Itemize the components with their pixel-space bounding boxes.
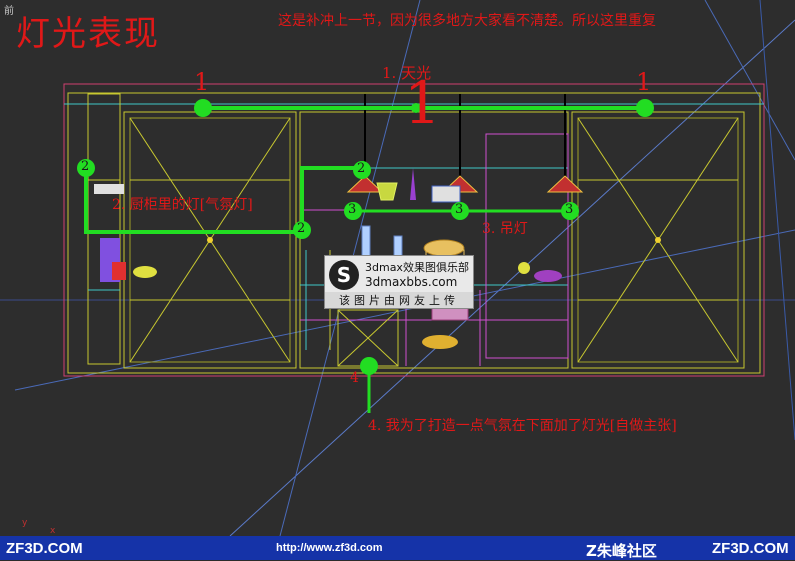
footer-community-brand: Z朱峰社区 bbox=[586, 542, 657, 560]
watermark-badge: S 3dmax效果图俱乐部 3dmaxbbs.com 该图片由网友上传 bbox=[324, 255, 474, 309]
viewport-label[interactable]: 前 bbox=[4, 2, 14, 17]
pendant-light-label: 3. 吊灯 bbox=[482, 221, 528, 237]
watermark-logo-icon: S bbox=[329, 260, 359, 290]
marker-3-c: 3 bbox=[565, 202, 574, 217]
watermark-line3: 该图片由网友上传 bbox=[325, 292, 473, 308]
cabinet-light-label: 2. 厨柜里的灯[气氛灯] bbox=[112, 197, 253, 213]
note-text: 这是补冲上一节，因为很多地方大家看不清楚。所以这里重复 bbox=[278, 13, 656, 29]
marker-3-b: 3 bbox=[455, 202, 464, 217]
under-light-label: 4. 我为了打造一点气氛在下面加了灯光[自做主张] bbox=[368, 418, 677, 434]
footer-bar: ZF3D.COM http://www.zf3d.com Z朱峰社区 ZF3D.… bbox=[0, 536, 795, 560]
footer-url[interactable]: http://www.zf3d.com bbox=[276, 542, 383, 554]
footer-right-brand: ZF3D.COM bbox=[712, 540, 789, 557]
marker-1-left: 1 bbox=[194, 68, 210, 96]
axis-y-label: y bbox=[22, 518, 28, 528]
marker-3-a: 3 bbox=[348, 202, 357, 217]
marker-2-b: 2 bbox=[297, 221, 306, 236]
marker-2-a: 2 bbox=[81, 159, 90, 174]
marker-1-right: 1 bbox=[636, 68, 652, 96]
page-title: 灯光表现 bbox=[16, 14, 160, 54]
marker-2-c: 2 bbox=[357, 161, 366, 176]
3d-viewport-front[interactable]: 前 灯光表现 这是补冲上一节，因为很多地方大家看不清楚。所以这里重复 1. 天光… bbox=[0, 0, 795, 536]
watermark-line1: 3dmax效果图俱乐部 bbox=[365, 261, 469, 274]
footer-left-brand: ZF3D.COM bbox=[6, 540, 83, 557]
marker-4: 4 bbox=[350, 370, 359, 386]
watermark-line2: 3dmaxbbs.com bbox=[365, 275, 458, 289]
axis-x-label: x bbox=[50, 526, 56, 536]
marker-1-big: 1 bbox=[404, 69, 441, 137]
